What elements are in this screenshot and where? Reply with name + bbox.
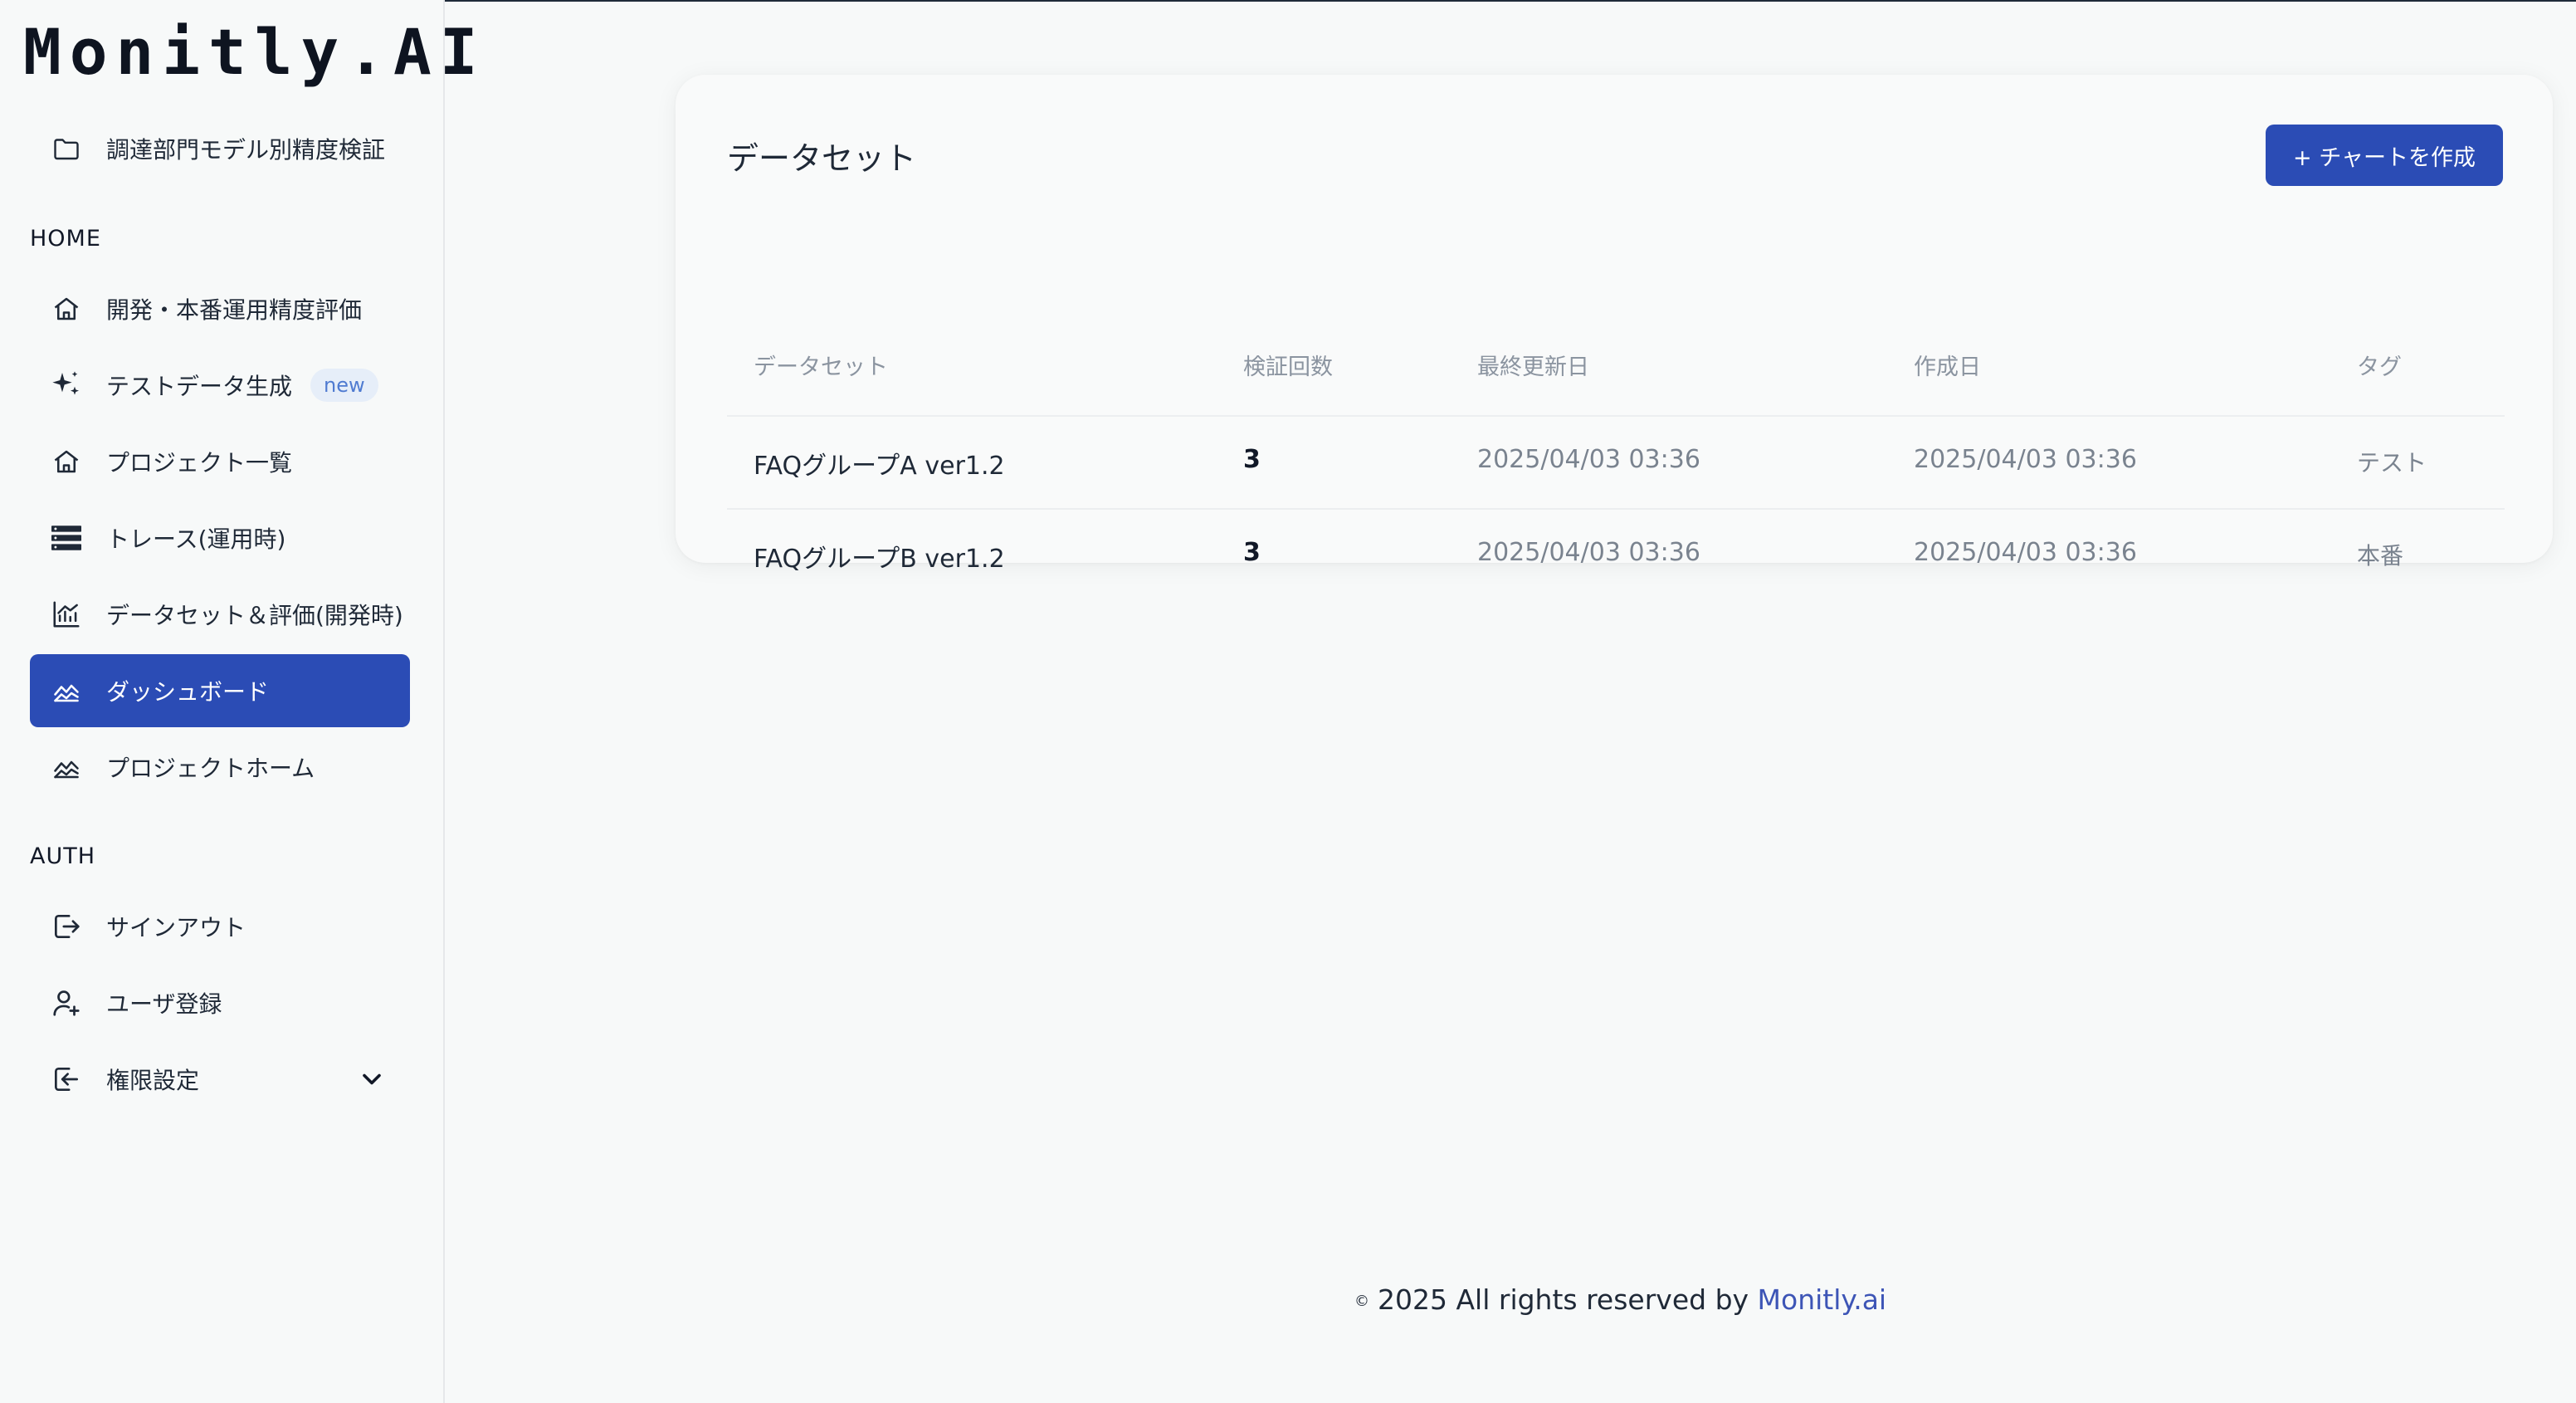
chart-bar-icon xyxy=(50,598,83,631)
cell-validation-count: 3 xyxy=(1243,445,1261,474)
cell-dataset-name[interactable]: FAQグループA ver1.2 xyxy=(754,445,1005,482)
column-header-last-updated[interactable]: 最終更新日 xyxy=(1477,349,1589,381)
sidebar-item-label: プロジェクトホーム xyxy=(106,755,315,782)
footer: © 2025 All rights reserved by Monitly.ai xyxy=(1354,1283,1886,1316)
sidebar-item-label: ユーザ登録 xyxy=(106,990,222,1018)
sidebar-item-dev-prod-eval[interactable]: 開発・本番運用精度評価 xyxy=(30,272,410,345)
table-header: データセット 検証回数 最終更新日 作成日 タグ xyxy=(727,315,2505,417)
sidebar-item-label: テストデータ生成 xyxy=(106,373,293,400)
dataset-card: データセット + チャートを作成 データセット 検証回数 最終更新日 作成日 タ… xyxy=(676,75,2553,574)
sidebar: Monitly.AI 調達部門モデル別精度検証 HOME 開発・本番運用精度評価… xyxy=(0,0,478,1403)
sidebar-item-label: サインアウト xyxy=(106,914,246,941)
sidebar-item-project-list[interactable]: プロジェクト一覧 xyxy=(30,425,410,498)
folder-icon xyxy=(50,132,83,165)
project-selector[interactable]: 調達部門モデル別精度検証 xyxy=(50,130,385,168)
footer-text: 2025 All rights reserved by xyxy=(1378,1283,1749,1316)
column-header-tag[interactable]: タグ xyxy=(2357,349,2402,381)
copyright-symbol: © xyxy=(1354,1293,1369,1310)
cell-validation-count: 3 xyxy=(1243,538,1261,567)
cell-created: 2025/04/03 03:36 xyxy=(1914,538,2137,567)
table-row[interactable]: FAQグループB ver1.2 3 2025/04/03 03:36 2025/… xyxy=(727,510,2505,603)
sidebar-item-test-data-generation[interactable]: テストデータ生成 new xyxy=(30,349,410,422)
sidebar-item-label: ダッシュボード xyxy=(106,678,270,706)
sidebar-item-label: プロジェクト一覧 xyxy=(106,449,293,477)
sidebar-item-label: トレース(運用時) xyxy=(106,526,286,553)
project-name: 調達部門モデル別精度検証 xyxy=(106,136,386,164)
create-chart-button[interactable]: + チャートを作成 xyxy=(2266,125,2503,186)
cell-last-updated: 2025/04/03 03:36 xyxy=(1477,445,1700,474)
app-root: Monitly.AI 調達部門モデル別精度検証 HOME 開発・本番運用精度評価… xyxy=(0,0,2576,1403)
dataset-table: データセット 検証回数 最終更新日 作成日 タグ FAQグループA ver1.2… xyxy=(727,315,2505,603)
chart-line-icon xyxy=(50,674,83,707)
home-icon xyxy=(50,445,83,478)
sidebar-item-sign-out[interactable]: サインアウト xyxy=(30,890,410,963)
section-label-auth: AUTH xyxy=(30,843,96,869)
sidebar-item-user-registration[interactable]: ユーザ登録 xyxy=(30,966,410,1039)
table-row[interactable]: FAQグループA ver1.2 3 2025/04/03 03:36 2025/… xyxy=(727,417,2505,510)
cell-tag: テスト xyxy=(2357,449,2427,477)
sidebar-item-permissions[interactable]: 権限設定 xyxy=(30,1043,410,1116)
footer-link[interactable]: Monitly.ai xyxy=(1758,1283,1887,1316)
sidebar-item-dataset-eval[interactable]: データセット＆評価(開発時) xyxy=(30,578,410,651)
cell-last-updated: 2025/04/03 03:36 xyxy=(1477,538,1700,567)
section-label-home: HOME xyxy=(30,226,101,252)
cell-tag: 本番 xyxy=(2357,542,2404,570)
app-logo[interactable]: Monitly.AI xyxy=(23,15,486,89)
chart-line-icon xyxy=(50,750,83,784)
chevron-down-icon[interactable] xyxy=(357,1064,387,1094)
server-icon xyxy=(50,521,83,555)
sign-out-icon xyxy=(50,910,83,943)
column-header-created[interactable]: 作成日 xyxy=(1914,349,1981,381)
column-header-validation-count[interactable]: 検証回数 xyxy=(1243,349,1333,381)
sparkles-icon xyxy=(50,369,83,402)
sign-in-icon xyxy=(50,1063,83,1096)
column-header-dataset[interactable]: データセット xyxy=(754,349,888,381)
user-plus-icon xyxy=(50,986,83,1019)
cell-created: 2025/04/03 03:36 xyxy=(1914,445,2137,474)
home-icon xyxy=(50,292,83,325)
new-badge: new xyxy=(310,369,378,402)
sidebar-item-label: 開発・本番運用精度評価 xyxy=(106,296,363,324)
sidebar-item-dashboard[interactable]: ダッシュボード xyxy=(30,654,410,727)
sidebar-item-label: データセット＆評価(開発時) xyxy=(106,602,403,629)
sidebar-item-trace[interactable]: トレース(運用時) xyxy=(30,501,410,574)
cell-dataset-name[interactable]: FAQグループB ver1.2 xyxy=(754,538,1005,574)
card-title: データセット xyxy=(727,140,917,177)
sidebar-item-label: 権限設定 xyxy=(106,1067,200,1094)
sidebar-item-project-home[interactable]: プロジェクトホーム xyxy=(30,731,410,804)
